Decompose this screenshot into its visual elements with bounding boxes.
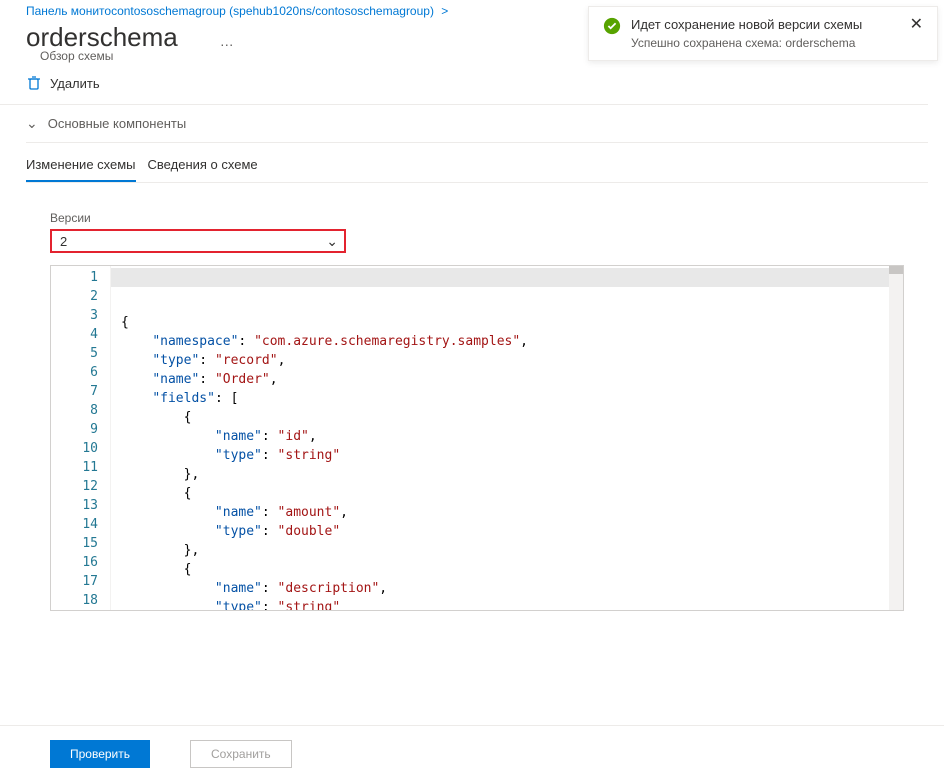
line-number: 11 — [51, 458, 110, 477]
delete-label: Удалить — [50, 76, 100, 91]
code-line[interactable]: "name": "id", — [121, 427, 903, 446]
bottom-bar: Проверить Сохранить — [0, 725, 944, 782]
code-line[interactable]: "type": "string" — [121, 446, 903, 465]
line-number: 10 — [51, 439, 110, 458]
line-number: 8 — [51, 401, 110, 420]
line-number: 3 — [51, 306, 110, 325]
chevron-right-icon: > — [441, 4, 448, 18]
line-number: 18 — [51, 591, 110, 610]
code-line[interactable]: { — [121, 560, 903, 579]
line-number: 12 — [51, 477, 110, 496]
essentials-label: Основные компоненты — [48, 116, 186, 131]
code-line[interactable]: "name": "amount", — [121, 503, 903, 522]
code-line[interactable]: }, — [121, 541, 903, 560]
code-line[interactable]: }, — [121, 465, 903, 484]
tab-edit-schema[interactable]: Изменение схемы — [26, 151, 136, 182]
toast-message: Успешно сохранена схема: orderschema — [631, 36, 900, 50]
code-line[interactable]: "type": "record", — [121, 351, 903, 370]
close-icon[interactable]: ✕ — [910, 17, 923, 33]
code-line[interactable]: "name": "Order", — [121, 370, 903, 389]
toast-title: Идет сохранение новой версии схемы — [631, 17, 900, 32]
line-number: 16 — [51, 553, 110, 572]
success-icon — [603, 17, 621, 35]
version-selected-value: 2 — [60, 234, 67, 249]
line-number: 13 — [51, 496, 110, 515]
code-editor[interactable]: 123456789101112131415161718 { "namespace… — [50, 265, 904, 611]
toolbar: Удалить — [0, 63, 928, 105]
current-line-highlight — [111, 268, 903, 287]
code-content[interactable]: { "namespace": "com.azure.schemaregistry… — [111, 266, 903, 610]
code-line[interactable]: { — [121, 408, 903, 427]
save-button[interactable]: Сохранить — [190, 740, 292, 768]
essentials-section[interactable]: ⌄ Основные компоненты — [26, 105, 928, 143]
line-number: 1 — [51, 268, 110, 287]
more-icon[interactable]: … — [220, 33, 234, 49]
code-line[interactable]: "fields": [ — [121, 389, 903, 408]
tabs: Изменение схемы Сведения о схеме — [26, 151, 928, 183]
line-number: 14 — [51, 515, 110, 534]
tab-schema-details[interactable]: Сведения о схеме — [148, 151, 258, 182]
code-gutter: 123456789101112131415161718 — [51, 266, 111, 610]
chevron-down-icon: ⌄ — [326, 233, 338, 250]
code-line[interactable]: "name": "description", — [121, 579, 903, 598]
notification-toast: Идет сохранение новой версии схемы Успеш… — [588, 6, 938, 61]
line-number: 2 — [51, 287, 110, 306]
delete-button[interactable]: Удалить — [26, 75, 100, 91]
code-line[interactable]: "type": "string" — [121, 598, 903, 610]
scrollbar-thumb[interactable] — [889, 266, 903, 274]
scrollbar[interactable] — [889, 266, 903, 610]
code-line[interactable]: { — [121, 313, 903, 332]
code-line[interactable]: "type": "double" — [121, 522, 903, 541]
trash-icon — [26, 75, 42, 91]
version-label: Версии — [50, 211, 904, 225]
chevron-down-icon: ⌄ — [26, 115, 38, 132]
breadcrumb-link[interactable]: contososchemagroup (spehub1020ns/contoso… — [111, 4, 434, 18]
line-number: 17 — [51, 572, 110, 591]
validate-button[interactable]: Проверить — [50, 740, 150, 768]
code-line[interactable]: { — [121, 484, 903, 503]
line-number: 15 — [51, 534, 110, 553]
version-select[interactable]: 2 ⌄ — [50, 229, 346, 253]
line-number: 9 — [51, 420, 110, 439]
code-line[interactable]: "namespace": "com.azure.schemaregistry.s… — [121, 332, 903, 351]
breadcrumb-prefix: Панель монито — [26, 4, 111, 18]
line-number: 7 — [51, 382, 110, 401]
line-number: 5 — [51, 344, 110, 363]
line-number: 4 — [51, 325, 110, 344]
line-number: 6 — [51, 363, 110, 382]
